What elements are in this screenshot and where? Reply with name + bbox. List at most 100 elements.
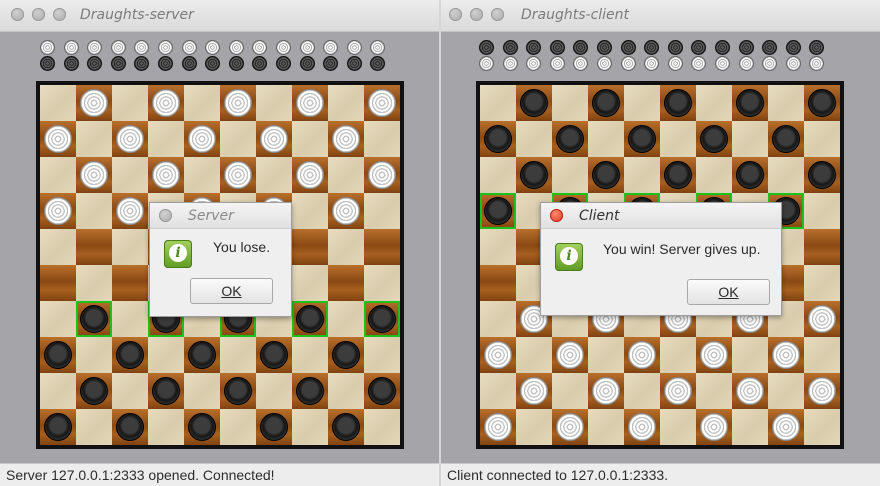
close-window-icon[interactable] bbox=[11, 8, 24, 21]
board-square[interactable] bbox=[732, 373, 768, 409]
board-square[interactable] bbox=[768, 409, 804, 445]
board-square[interactable] bbox=[40, 337, 76, 373]
black-piece[interactable] bbox=[520, 161, 548, 189]
board-square[interactable] bbox=[588, 157, 624, 193]
board-square[interactable] bbox=[40, 265, 76, 301]
board-square[interactable] bbox=[148, 85, 184, 121]
board-square[interactable] bbox=[40, 121, 76, 157]
board-square[interactable] bbox=[184, 157, 220, 193]
board-square[interactable] bbox=[804, 409, 840, 445]
white-piece[interactable] bbox=[628, 413, 656, 441]
board-square[interactable] bbox=[292, 193, 328, 229]
board-square[interactable] bbox=[732, 85, 768, 121]
board-square[interactable] bbox=[624, 409, 660, 445]
black-piece[interactable] bbox=[736, 89, 764, 117]
board-square[interactable] bbox=[660, 85, 696, 121]
board-square[interactable] bbox=[112, 265, 148, 301]
white-piece[interactable] bbox=[772, 341, 800, 369]
board-square[interactable] bbox=[768, 85, 804, 121]
black-piece[interactable] bbox=[80, 305, 108, 333]
black-piece[interactable] bbox=[628, 125, 656, 153]
board-square[interactable] bbox=[696, 85, 732, 121]
board-square[interactable] bbox=[292, 85, 328, 121]
board-square[interactable] bbox=[328, 301, 364, 337]
board-square[interactable] bbox=[552, 157, 588, 193]
board-square[interactable] bbox=[112, 301, 148, 337]
board-square[interactable] bbox=[588, 373, 624, 409]
board-square[interactable] bbox=[148, 409, 184, 445]
board-square[interactable] bbox=[40, 301, 76, 337]
board-square[interactable] bbox=[112, 121, 148, 157]
board-square[interactable] bbox=[292, 157, 328, 193]
board-square[interactable] bbox=[328, 121, 364, 157]
board-square[interactable] bbox=[552, 85, 588, 121]
black-piece[interactable] bbox=[188, 341, 216, 369]
white-piece[interactable] bbox=[664, 377, 692, 405]
board-square[interactable] bbox=[364, 85, 400, 121]
board-square[interactable] bbox=[804, 301, 840, 337]
client-titlebar[interactable]: Draughts-client bbox=[441, 0, 880, 32]
board-square[interactable] bbox=[292, 301, 328, 337]
board-square[interactable] bbox=[184, 409, 220, 445]
board-square[interactable] bbox=[292, 409, 328, 445]
board-square[interactable] bbox=[768, 373, 804, 409]
board-square[interactable] bbox=[328, 229, 364, 265]
board-square[interactable] bbox=[732, 409, 768, 445]
black-piece[interactable] bbox=[332, 413, 360, 441]
board-square[interactable] bbox=[804, 157, 840, 193]
board-square[interactable] bbox=[148, 337, 184, 373]
white-piece[interactable] bbox=[332, 197, 360, 225]
black-piece[interactable] bbox=[368, 305, 396, 333]
board-square[interactable] bbox=[256, 157, 292, 193]
black-piece[interactable] bbox=[808, 89, 836, 117]
board-square[interactable] bbox=[184, 373, 220, 409]
black-piece[interactable] bbox=[332, 341, 360, 369]
board-square[interactable] bbox=[768, 121, 804, 157]
ok-button[interactable]: OK bbox=[190, 278, 273, 304]
board-square[interactable] bbox=[552, 337, 588, 373]
white-piece[interactable] bbox=[44, 125, 72, 153]
board-square[interactable] bbox=[220, 337, 256, 373]
white-piece[interactable] bbox=[520, 377, 548, 405]
white-piece[interactable] bbox=[296, 161, 324, 189]
board-square[interactable] bbox=[588, 337, 624, 373]
board-square[interactable] bbox=[696, 409, 732, 445]
ok-button[interactable]: OK bbox=[687, 279, 770, 305]
board-square[interactable] bbox=[732, 121, 768, 157]
board-square[interactable] bbox=[364, 409, 400, 445]
board-square[interactable] bbox=[480, 229, 516, 265]
board-square[interactable] bbox=[328, 373, 364, 409]
board-square[interactable] bbox=[76, 409, 112, 445]
board-square[interactable] bbox=[292, 337, 328, 373]
white-piece[interactable] bbox=[332, 125, 360, 153]
white-piece[interactable] bbox=[80, 89, 108, 117]
close-window-icon[interactable] bbox=[449, 8, 462, 21]
board-square[interactable] bbox=[76, 85, 112, 121]
black-piece[interactable] bbox=[520, 89, 548, 117]
board-square[interactable] bbox=[256, 373, 292, 409]
board-square[interactable] bbox=[516, 373, 552, 409]
board-square[interactable] bbox=[480, 157, 516, 193]
black-piece[interactable] bbox=[116, 413, 144, 441]
black-piece[interactable] bbox=[152, 377, 180, 405]
white-piece[interactable] bbox=[224, 89, 252, 117]
board-square[interactable] bbox=[660, 121, 696, 157]
maximize-window-icon[interactable] bbox=[491, 8, 504, 21]
board-square[interactable] bbox=[480, 121, 516, 157]
board-square[interactable] bbox=[328, 157, 364, 193]
board-square[interactable] bbox=[624, 337, 660, 373]
board-square[interactable] bbox=[76, 121, 112, 157]
board-square[interactable] bbox=[76, 373, 112, 409]
board-square[interactable] bbox=[480, 301, 516, 337]
board-square[interactable] bbox=[184, 85, 220, 121]
black-piece[interactable] bbox=[44, 341, 72, 369]
white-piece[interactable] bbox=[484, 413, 512, 441]
black-piece[interactable] bbox=[116, 341, 144, 369]
black-piece[interactable] bbox=[44, 413, 72, 441]
board-square[interactable] bbox=[480, 265, 516, 301]
white-piece[interactable] bbox=[152, 161, 180, 189]
board-square[interactable] bbox=[364, 229, 400, 265]
white-piece[interactable] bbox=[152, 89, 180, 117]
board-square[interactable] bbox=[184, 337, 220, 373]
board-square[interactable] bbox=[292, 229, 328, 265]
